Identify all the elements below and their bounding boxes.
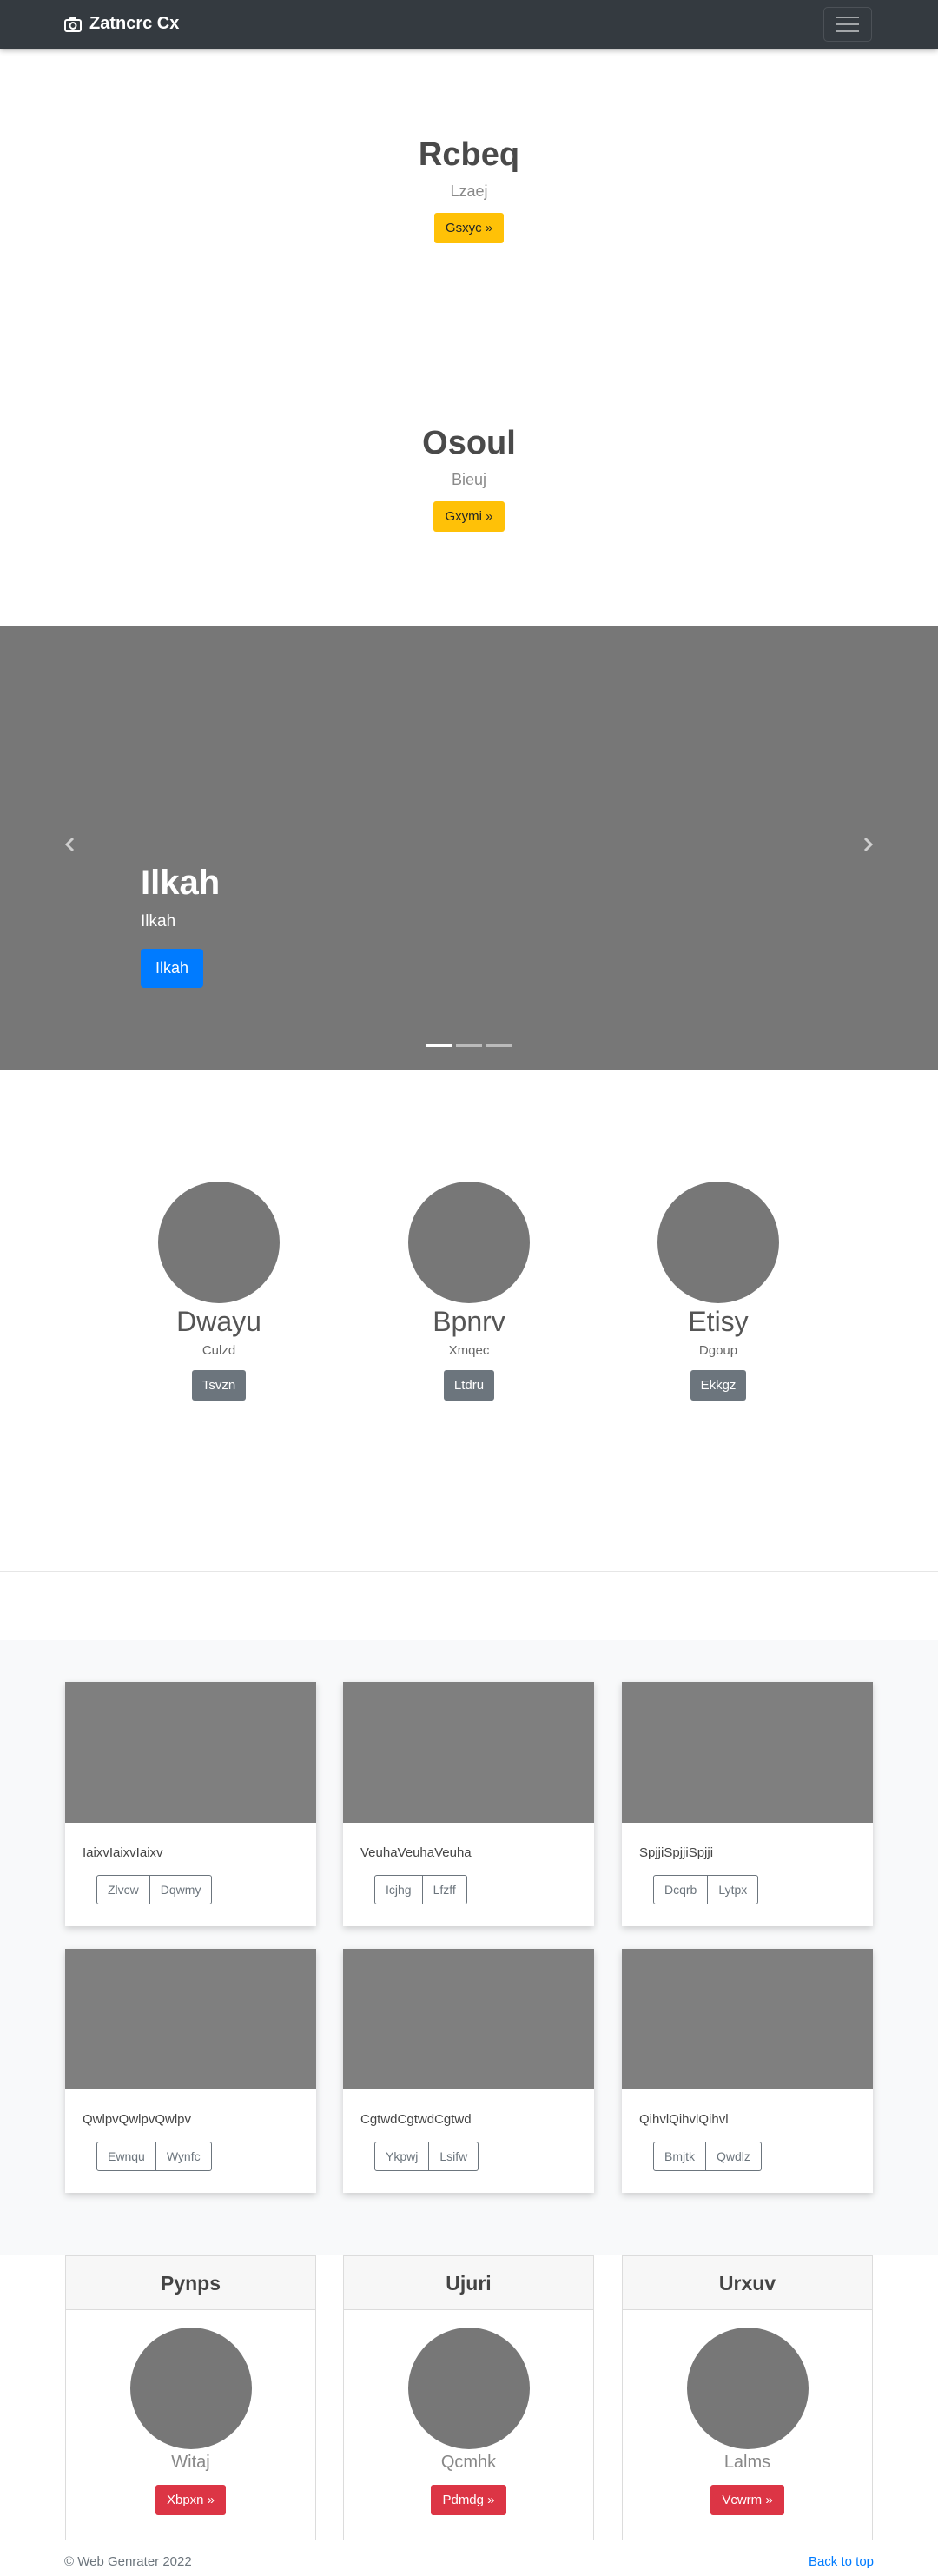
card-button-group: Ykpwj Lsifw <box>374 2142 479 2171</box>
album-section: IaixvIaixvIaixv Zlvcw Dqwmy VeuhaVeuhaVe… <box>0 1640 938 2255</box>
album-card: QwlpvQwlpvQwlpv Ewnqu Wynfc <box>65 1949 316 2193</box>
camera-icon <box>64 17 82 32</box>
marketing-column: Etisy Dgoup Ekkgz <box>614 1182 822 1401</box>
album-card: VeuhaVeuhaVeuha Icjhg Lfzff <box>343 1682 594 1926</box>
album-card: CgtwdCgtwdCgtwd Ykpwj Lsifw <box>343 1949 594 2193</box>
card-text: QihvlQihvlQihvl <box>639 2112 729 2127</box>
hero-title: Osoul <box>422 425 516 461</box>
album-card: IaixvIaixvIaixv Zlvcw Dqwmy <box>65 1682 316 1926</box>
card-thumbnail <box>343 1949 594 2089</box>
card-thumbnail <box>65 1682 316 1823</box>
card-button[interactable]: Wynfc <box>155 2142 212 2171</box>
card-button[interactable]: Dcqrb <box>653 1875 709 1904</box>
album-card: SpjjiSpjjiSpjji Dcqrb Lytpx <box>622 1682 873 1926</box>
pricing-card-button[interactable]: Xbpxn » <box>155 2485 227 2515</box>
marketing-text: Culzd <box>201 1343 236 1358</box>
marketing-button[interactable]: Tsvzn <box>191 1370 247 1401</box>
carousel: Ilkah Ilkah Ilkah <box>0 626 938 1070</box>
hamburger-icon <box>836 17 859 18</box>
hero-button[interactable]: Gsxyc » <box>433 213 505 243</box>
card-button[interactable]: Dqwmy <box>149 1875 213 1904</box>
card-button[interactable]: Lytpx <box>708 1875 759 1904</box>
marketing-heading: Bpnrv <box>433 1306 505 1337</box>
card-button[interactable]: Qwdlz <box>706 2142 762 2171</box>
pricing-card: Urxuv Lalms Vcwrm » <box>622 2255 873 2540</box>
card-text: SpjjiSpjjiSpjji <box>639 1845 714 1860</box>
pricing-card: Ujuri Qcmhk Pdmdg » <box>343 2255 594 2540</box>
marketing-column: Dwayu Culzd Tsvzn <box>115 1182 323 1401</box>
hero-section-2: Osoul Bieuj Gxymi » <box>0 423 938 532</box>
pricing-card-button[interactable]: Vcwrm » <box>710 2485 784 2515</box>
placeholder-image <box>407 2328 530 2449</box>
pricing-card: Pynps Witaj Xbpxn » <box>65 2255 316 2540</box>
featurette-divider <box>0 1571 938 1572</box>
marketing-heading: Dwayu <box>176 1306 261 1337</box>
card-text: VeuhaVeuhaVeuha <box>360 1845 472 1860</box>
card-button[interactable]: Ykpwj <box>374 2142 430 2171</box>
card-button[interactable]: Ewnqu <box>96 2142 156 2171</box>
card-button-group: Ewnqu Wynfc <box>96 2142 212 2171</box>
navbar-toggler-button[interactable] <box>823 7 872 42</box>
chevron-right-icon[interactable] <box>859 836 876 853</box>
carousel-indicator[interactable] <box>456 1044 482 1047</box>
marketing-text: Dgoup <box>698 1343 738 1358</box>
placeholder-image <box>158 1182 280 1303</box>
pricing-card-header: Pynps <box>66 2256 315 2310</box>
card-button-group: Dcqrb Lytpx <box>653 1875 759 1904</box>
pricing-card-name: Lalms <box>723 2453 771 2472</box>
card-thumbnail <box>622 1949 873 2089</box>
pricing-card-button[interactable]: Pdmdg » <box>431 2485 506 2515</box>
card-thumbnail <box>622 1682 873 1823</box>
marketing-button[interactable]: Ekkgz <box>690 1370 747 1401</box>
card-button-group: Zlvcw Dqwmy <box>96 1875 213 1904</box>
copyright-text: © Web Genrater 2022 <box>64 2554 192 2569</box>
card-text: IaixvIaixvIaixv <box>83 1845 163 1860</box>
hero-subtitle: Bieuj <box>451 471 487 488</box>
placeholder-image <box>408 1182 530 1303</box>
brand-link[interactable]: Zatncrc Cx <box>64 14 179 34</box>
card-button[interactable]: Lfzff <box>422 1875 467 1904</box>
carousel-indicators <box>426 1044 512 1047</box>
placeholder-image <box>129 2328 252 2449</box>
card-button[interactable]: Bmjtk <box>653 2142 706 2171</box>
navbar: Zatncrc Cx <box>0 0 938 49</box>
carousel-button[interactable]: Ilkah <box>141 949 204 988</box>
card-thumbnail <box>65 1949 316 2089</box>
carousel-title: Ilkah <box>141 864 221 902</box>
carousel-indicator[interactable] <box>486 1044 512 1047</box>
card-text: QwlpvQwlpvQwlpv <box>83 2112 192 2127</box>
pricing-card-name: Witaj <box>171 2453 210 2472</box>
card-text: CgtwdCgtwdCgtwd <box>360 2112 472 2127</box>
hero-section-1: Rcbeq Lzaej Gsxyc » <box>0 135 938 243</box>
carousel-caption: Ilkah Ilkah Ilkah <box>141 862 220 988</box>
back-to-top-link[interactable]: Back to top <box>809 2554 874 2569</box>
placeholder-image <box>657 1182 779 1303</box>
pricing-card-header: Ujuri <box>344 2256 593 2310</box>
placeholder-image <box>686 2328 809 2449</box>
pricing-card-header: Urxuv <box>623 2256 872 2310</box>
carousel-indicator[interactable] <box>426 1044 452 1047</box>
marketing-text: Xmqec <box>448 1343 490 1358</box>
marketing-heading: Etisy <box>688 1306 749 1337</box>
album-card: QihvlQihvlQihvl Bmjtk Qwdlz <box>622 1949 873 2193</box>
card-button[interactable]: Zlvcw <box>96 1875 150 1904</box>
pricing-card-name: Qcmhk <box>440 2453 497 2472</box>
hero-title: Rcbeq <box>418 136 520 173</box>
carousel-text: Ilkah <box>141 912 176 930</box>
chevron-left-icon[interactable] <box>62 836 79 853</box>
card-thumbnail <box>343 1682 594 1823</box>
hero-subtitle: Lzaej <box>450 182 488 200</box>
marketing-button[interactable]: Ltdru <box>443 1370 495 1401</box>
card-button[interactable]: Lsifw <box>429 2142 479 2171</box>
hero-button[interactable]: Gxymi » <box>433 501 505 532</box>
card-button-group: Icjhg Lfzff <box>374 1875 467 1904</box>
card-button[interactable]: Icjhg <box>374 1875 423 1904</box>
marketing-column: Bpnrv Xmqec Ltdru <box>365 1182 573 1401</box>
card-button-group: Bmjtk Qwdlz <box>653 2142 762 2171</box>
brand-name: Zatncrc Cx <box>89 14 180 33</box>
